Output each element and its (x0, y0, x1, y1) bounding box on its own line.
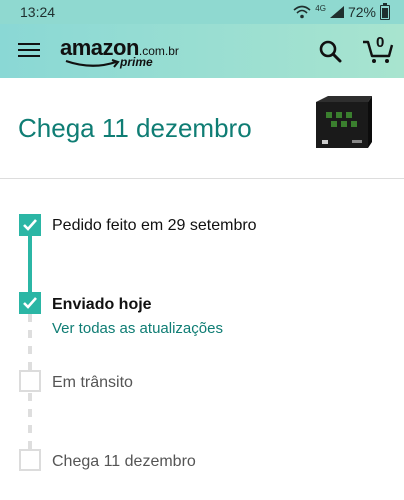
wifi-icon (293, 5, 311, 19)
checkbox-pending (19, 449, 41, 471)
tracking-timeline: Pedido feito em 29 setembro Enviado hoje… (0, 179, 404, 500)
menu-bar-2 (18, 49, 40, 51)
checkbox-pending (19, 370, 41, 392)
amazon-logo[interactable]: amazon.com.br prime (60, 35, 180, 71)
status-indicators: 4G 72% (293, 2, 390, 20)
menu-bar-1 (18, 43, 40, 45)
timeline-connector-pending (28, 393, 32, 449)
arrival-section: Chega 11 dezembro (0, 78, 404, 179)
timeline-connector-pending (28, 314, 32, 370)
step-label: Enviado hoje (52, 296, 152, 313)
timeline-connector-done (28, 236, 32, 293)
arrival-title: Chega 11 dezembro (18, 113, 252, 143)
signal-icon (329, 6, 344, 18)
battery-icon (380, 2, 390, 20)
status-time: 13:24 (20, 4, 56, 20)
product-image[interactable] (312, 96, 372, 154)
status-bar: 13:24 4G 72% (0, 0, 404, 24)
view-updates-link[interactable]: Ver todas as atualizações (52, 320, 223, 337)
step-label: Em trânsito (52, 374, 133, 391)
checkbox-done (19, 214, 41, 236)
logo-smile-icon (65, 59, 120, 68)
search-icon[interactable] (318, 39, 342, 63)
battery-percent: 72% (347, 4, 376, 20)
network-type-label: 4G (315, 3, 326, 13)
cart-count: 0 (376, 34, 385, 51)
step-label: Chega 11 dezembro (52, 453, 196, 470)
step-label: Pedido feito em 29 setembro (52, 217, 257, 234)
cart-button[interactable]: 0 (362, 34, 394, 64)
checkmark-icon (23, 219, 37, 231)
menu-bar-3 (18, 55, 40, 57)
checkbox-done (19, 292, 41, 314)
logo-prime: prime (120, 55, 153, 69)
checkmark-icon (23, 297, 37, 309)
menu-button[interactable] (18, 40, 40, 60)
app-header: amazon.com.br prime 0 (0, 24, 404, 78)
